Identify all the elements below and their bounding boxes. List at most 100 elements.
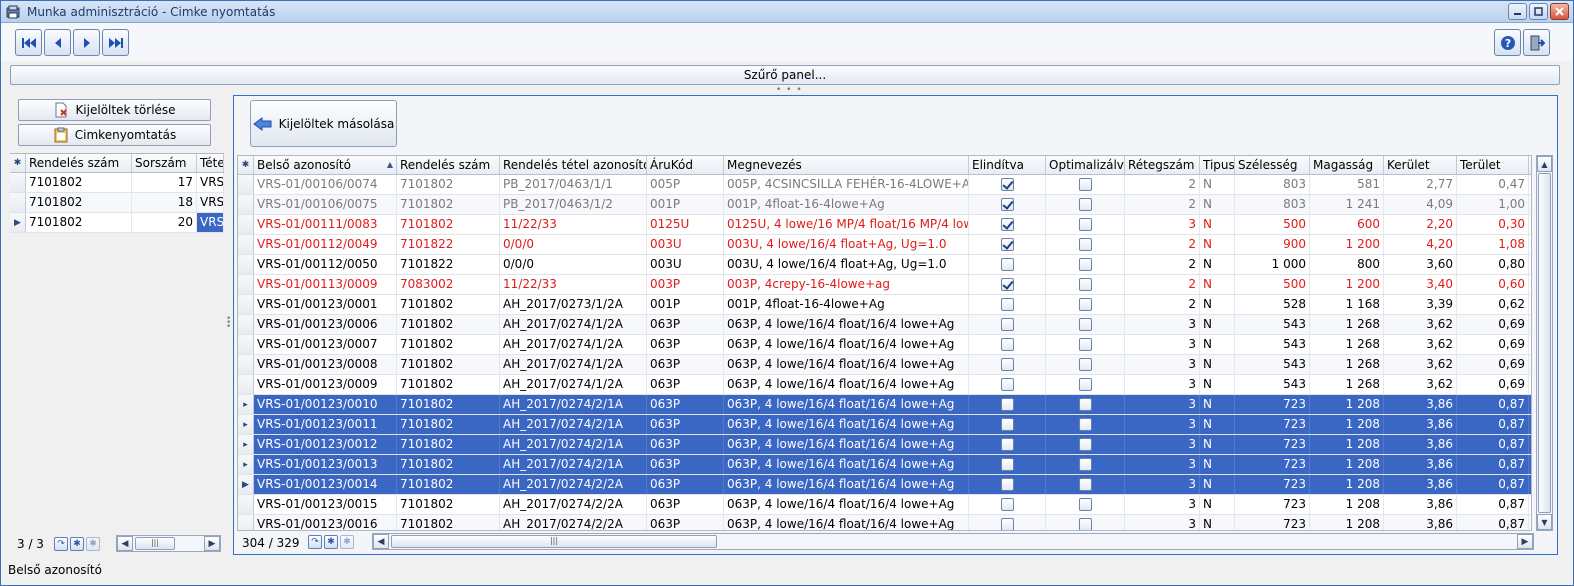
row-indicator[interactable] [238, 195, 254, 214]
cell-started[interactable] [969, 255, 1046, 274]
checkbox-unchecked[interactable] [1078, 418, 1092, 431]
cell-height[interactable]: 1 208 [1310, 435, 1384, 454]
cell-area[interactable]: 0,60 [1457, 275, 1529, 294]
cell-type[interactable]: N [1200, 215, 1235, 234]
cell-name[interactable]: 063P, 4 lowe/16/4 float/16/4 lowe+Ag [724, 375, 969, 394]
cell-area[interactable]: 1,08 [1457, 235, 1529, 254]
cell-area[interactable]: 0,30 [1457, 215, 1529, 234]
cell-started[interactable] [969, 355, 1046, 374]
row-indicator[interactable] [238, 495, 254, 514]
cell-type[interactable]: N [1200, 455, 1235, 474]
cell-type[interactable]: N [1200, 195, 1235, 214]
cell-name[interactable]: 001P, 4float-16-4lowe+Ag [724, 295, 969, 314]
cell-width[interactable]: 500 [1235, 215, 1310, 234]
cell-internal-id[interactable]: VRS-01/00106/0074 [254, 175, 397, 194]
cell-perimeter[interactable]: 3,62 [1384, 335, 1457, 354]
cell-height[interactable]: 800 [1310, 255, 1384, 274]
row-indicator[interactable] [238, 315, 254, 334]
cell-name[interactable]: 003P, 4crepy-16-4lowe+ag [724, 275, 969, 294]
current-row-indicator[interactable]: ▶ [10, 213, 26, 232]
cell-started[interactable] [969, 475, 1046, 494]
cell-product-code[interactable]: 063P [647, 515, 724, 530]
table-row[interactable]: VRS-01/00112/0050 7101822 0/0/0 003U 003U, 4… [238, 255, 1531, 275]
cell-type[interactable]: N [1200, 375, 1235, 394]
cell-internal-id[interactable]: VRS-01/00123/0007 [254, 335, 397, 354]
select-all-button[interactable]: ✱ [70, 537, 84, 551]
checkbox-unchecked[interactable] [1078, 338, 1092, 351]
checkbox-unchecked[interactable] [1078, 198, 1092, 211]
table-row[interactable]: VRS-01/00111/0083 7101802 11/22/33 0125U 012… [238, 215, 1531, 235]
cell-internal-id[interactable]: VRS-01/00112/0050 [254, 255, 397, 274]
checkbox-unchecked[interactable] [1078, 298, 1092, 311]
cell-order[interactable]: 7101802 [397, 195, 500, 214]
cell-internal-id[interactable]: VRS-01/00123/0009 [254, 375, 397, 394]
cell-perimeter[interactable]: 3,62 [1384, 375, 1457, 394]
cell-perimeter[interactable]: 4,20 [1384, 235, 1457, 254]
checkbox-unchecked[interactable] [1000, 378, 1014, 391]
table-row[interactable]: VRS-01/00112/0049 7101822 0/0/0 003U 003U, 4… [238, 235, 1531, 255]
cell-name[interactable]: 003U, 4 lowe/16/4 float+Ag, Ug=1.0 [724, 235, 969, 254]
cell-order[interactable]: 7101802 [397, 455, 500, 474]
cell-started[interactable] [969, 295, 1046, 314]
cell-area[interactable]: 0,87 [1457, 435, 1529, 454]
cell-name[interactable]: 063P, 4 lowe/16/4 float/16/4 lowe+Ag [724, 495, 969, 514]
cell-order[interactable]: 7101802 [397, 295, 500, 314]
cell-name[interactable]: 063P, 4 lowe/16/4 float/16/4 lowe+Ag [724, 435, 969, 454]
cell-area[interactable]: 0,69 [1457, 335, 1529, 354]
table-row[interactable]: VRS-01/00123/0006 7101802 AH_2017/0274/1/2… [238, 315, 1531, 335]
cell-perimeter[interactable]: 3,86 [1384, 495, 1457, 514]
cell-layers[interactable]: 3 [1125, 475, 1200, 494]
maximize-button[interactable] [1529, 3, 1548, 20]
cell-type[interactable]: N [1200, 255, 1235, 274]
cell-product-code[interactable]: 063P [647, 435, 724, 454]
cell-order[interactable]: 7101802 [397, 495, 500, 514]
table-row[interactable]: VRS-01/00113/0009 7083002 11/22/33 003P 003P… [238, 275, 1531, 295]
cell-perimeter[interactable]: 4,09 [1384, 195, 1457, 214]
cell-order-item-id[interactable]: 11/22/33 [500, 215, 647, 234]
checkbox-unchecked[interactable] [1000, 298, 1014, 311]
cell-internal-id[interactable]: VRS-01/00123/0001 [254, 295, 397, 314]
cell-order-item-id[interactable]: AH_2017/0274/2/1A [500, 395, 647, 414]
cell-order[interactable]: 7083002 [397, 275, 500, 294]
cell-layers[interactable]: 2 [1125, 275, 1200, 294]
cell-seq[interactable]: 17 [132, 173, 197, 192]
checkbox-checked[interactable] [1000, 178, 1014, 191]
cell-name[interactable]: 063P, 4 lowe/16/4 float/16/4 lowe+Ag [724, 475, 969, 494]
cell-area[interactable]: 0,69 [1457, 355, 1529, 374]
table-row[interactable]: VRS-01/00123/0007 7101802 AH_2017/0274/1/2… [238, 335, 1531, 355]
cell-width[interactable]: 723 [1235, 475, 1310, 494]
table-row[interactable]: 7101802 18 VRS [10, 193, 224, 213]
checkbox-unchecked[interactable] [1000, 418, 1014, 431]
cell-area[interactable]: 0,87 [1457, 395, 1529, 414]
checkbox-checked[interactable] [1000, 278, 1014, 291]
cell-optimized[interactable] [1046, 315, 1125, 334]
cell-order-item-id[interactable]: AH_2017/0274/2/2A [500, 495, 647, 514]
checkbox-unchecked[interactable] [1078, 518, 1092, 530]
row-indicator[interactable]: ▸ [238, 435, 254, 454]
scroll-down-arrow[interactable]: ▼ [1537, 514, 1552, 530]
column-header-item[interactable]: Tétel [197, 154, 224, 172]
cell-perimeter[interactable]: 3,86 [1384, 455, 1457, 474]
cell-type[interactable]: N [1200, 475, 1235, 494]
cell-name[interactable]: 003U, 4 lowe/16/4 float+Ag, Ug=1.0 [724, 255, 969, 274]
cell-perimeter[interactable]: 3,60 [1384, 255, 1457, 274]
table-row[interactable]: VRS-01/00123/0015 7101802 AH_2017/0274/2/2… [238, 495, 1531, 515]
cell-layers[interactable]: 2 [1125, 255, 1200, 274]
row-indicator[interactable] [238, 515, 254, 530]
cell-height[interactable]: 1 241 [1310, 195, 1384, 214]
cell-width[interactable]: 1 000 [1235, 255, 1310, 274]
cell-name[interactable]: 063P, 4 lowe/16/4 float/16/4 lowe+Ag [724, 415, 969, 434]
cell-width[interactable]: 723 [1235, 395, 1310, 414]
cell-internal-id[interactable]: VRS-01/00123/0011 [254, 415, 397, 434]
vertical-scroll-thumb[interactable] [1538, 173, 1551, 513]
cell-internal-id[interactable]: VRS-01/00123/0010 [254, 395, 397, 414]
row-indicator[interactable]: ▸ [238, 455, 254, 474]
cell-perimeter[interactable]: 3,86 [1384, 435, 1457, 454]
cell-order[interactable]: 7101802 [397, 315, 500, 334]
cell-product-code[interactable]: 003U [647, 235, 724, 254]
table-row[interactable]: ▶ 7101802 20 VRS [10, 213, 224, 233]
cell-order[interactable]: 7101802 [397, 175, 500, 194]
cell-layers[interactable]: 3 [1125, 375, 1200, 394]
cell-order-item-id[interactable]: 0/0/0 [500, 235, 647, 254]
column-header-height[interactable]: Magasság [1310, 156, 1384, 174]
